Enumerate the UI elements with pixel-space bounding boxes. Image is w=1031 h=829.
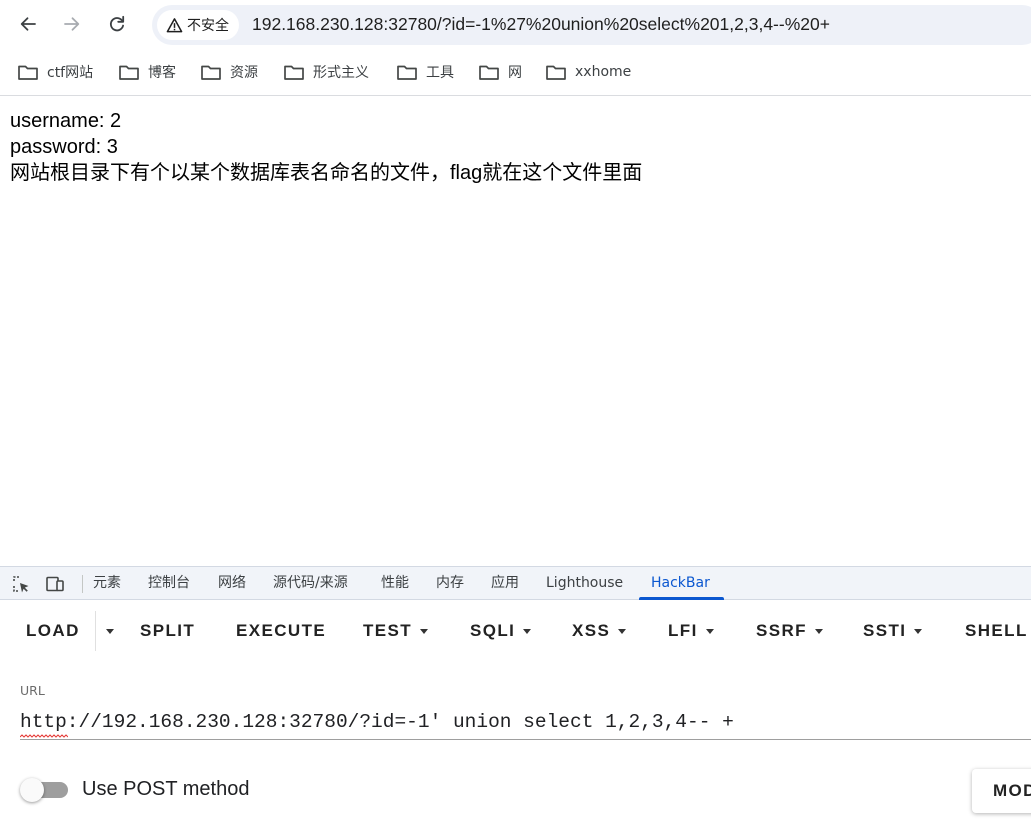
- hackbar-url-field[interactable]: [20, 708, 1031, 740]
- sqli-label: SQLI: [470, 621, 516, 640]
- toggle-knob: [20, 778, 44, 802]
- reload-icon: [109, 15, 125, 32]
- execute-button[interactable]: EXECUTE: [236, 619, 326, 643]
- page-content: username: 2 password: 3 网站根目录下有个以某个数据库表名…: [10, 108, 642, 186]
- tab-network[interactable]: 网络: [218, 567, 246, 600]
- split-button[interactable]: SPLIT: [140, 619, 195, 643]
- tab-hackbar[interactable]: HackBar: [651, 567, 710, 600]
- address-text[interactable]: 192.168.230.128:32780/?id=-1%27%20union%…: [252, 14, 830, 35]
- load-button[interactable]: LOAD: [26, 619, 80, 643]
- hackbar-url-input[interactable]: [20, 708, 1031, 736]
- reload-button[interactable]: [102, 9, 132, 39]
- test-menu-button[interactable]: TEST: [363, 619, 429, 643]
- tab-sources[interactable]: 源代码/来源: [273, 567, 348, 600]
- devtools-separator: [82, 575, 83, 593]
- folder-icon: [201, 65, 221, 80]
- folder-icon: [546, 65, 566, 80]
- address-bar[interactable]: 不安全 192.168.230.128:32780/?id=-1%27%20un…: [152, 5, 1031, 45]
- spellcheck-underline: [20, 734, 68, 738]
- bookmark-label: 网: [508, 65, 522, 81]
- active-tab-indicator: [639, 597, 724, 600]
- ssti-menu-button[interactable]: SSTI: [863, 619, 923, 643]
- tab-elements[interactable]: 元素: [93, 567, 121, 600]
- username-line: username: 2: [10, 110, 122, 132]
- execute-label: EXECUTE: [236, 621, 327, 640]
- shell-menu-button[interactable]: SHELL: [965, 619, 1028, 643]
- ssrf-menu-button[interactable]: SSRF: [756, 619, 823, 643]
- password-line: password: 3: [10, 136, 118, 158]
- lfi-menu-button[interactable]: LFI: [668, 619, 714, 643]
- hint-line: 网站根目录下有个以某个数据库表名命名的文件，flag就在这个文件里面: [10, 162, 643, 184]
- bookmark-folder-tools[interactable]: 工具: [396, 60, 454, 84]
- caret-down-icon: [618, 628, 627, 634]
- inspect-element-icon[interactable]: [11, 574, 31, 594]
- security-label: 不安全: [187, 18, 229, 34]
- device-toggle-icon[interactable]: [45, 574, 65, 594]
- lfi-label: LFI: [668, 621, 698, 640]
- bookmark-label: 资源: [230, 65, 258, 81]
- caret-down-icon: [523, 628, 532, 634]
- xss-menu-button[interactable]: XSS: [572, 619, 627, 643]
- post-method-toggle[interactable]: [20, 778, 70, 804]
- test-label: TEST: [363, 621, 413, 640]
- warning-triangle-icon: [166, 17, 183, 32]
- tab-lighthouse[interactable]: Lighthouse: [546, 567, 623, 600]
- ssrf-label: SSRF: [756, 621, 807, 640]
- bookmark-label: 工具: [426, 65, 454, 81]
- caret-down-icon: [914, 628, 923, 634]
- shell-label: SHELL: [965, 621, 1028, 640]
- tab-console[interactable]: 控制台: [148, 567, 190, 600]
- split-label: SPLIT: [140, 621, 196, 640]
- bookmark-folder-net[interactable]: 网: [478, 60, 522, 84]
- bookmark-folder-formalism[interactable]: 形式主义: [283, 60, 369, 84]
- folder-icon: [397, 65, 417, 80]
- sqli-menu-button[interactable]: SQLI: [470, 619, 532, 643]
- post-method-label: Use POST method: [82, 778, 250, 800]
- xss-label: XSS: [572, 621, 611, 640]
- mod-button-label: MOD: [993, 781, 1031, 800]
- bookmark-label: 形式主义: [313, 65, 369, 81]
- bookmark-folder-blog[interactable]: 博客: [118, 60, 176, 84]
- bookmark-label: 博客: [148, 65, 176, 81]
- bookmarks-bar: ctf网站 博客 资源 形式主义 工具 网 xxhome: [0, 50, 1031, 96]
- bookmark-folder-xxhome[interactable]: xxhome: [545, 60, 631, 84]
- folder-icon: [119, 65, 139, 80]
- ssti-label: SSTI: [863, 621, 907, 640]
- forward-arrow-icon: [64, 17, 80, 31]
- browser-toolbar: 不安全 192.168.230.128:32780/?id=-1%27%20un…: [0, 0, 1031, 50]
- bookmark-folder-resources[interactable]: 资源: [200, 60, 258, 84]
- url-field-label: URL: [20, 683, 45, 698]
- tab-memory[interactable]: 内存: [436, 567, 464, 600]
- back-arrow-icon: [20, 17, 36, 31]
- load-label: LOAD: [26, 621, 80, 640]
- devtools-tab-bar: 元素 控制台 网络 源代码/来源 性能 内存 应用 Lighthouse Hac…: [0, 566, 1031, 600]
- hackbar-toolbar: LOAD SPLIT EXECUTE TEST SQLI XSS LFI SSR…: [0, 601, 1031, 661]
- modify-header-button[interactable]: MOD: [972, 769, 1031, 813]
- caret-down-icon: [106, 628, 114, 634]
- folder-icon: [18, 65, 38, 80]
- load-split-divider: [95, 611, 96, 651]
- tab-application[interactable]: 应用: [491, 567, 519, 600]
- bookmark-label: xxhome: [575, 64, 632, 80]
- back-button[interactable]: [13, 9, 43, 39]
- bookmark-folder-ctf[interactable]: ctf网站: [17, 60, 93, 84]
- tab-performance[interactable]: 性能: [381, 567, 409, 600]
- caret-down-icon: [420, 628, 429, 634]
- caret-down-icon: [705, 628, 714, 634]
- security-indicator[interactable]: 不安全: [157, 10, 239, 40]
- load-dropdown-button[interactable]: [98, 619, 114, 643]
- folder-icon: [284, 65, 304, 80]
- folder-icon: [479, 65, 499, 80]
- caret-down-icon: [814, 628, 823, 634]
- bookmark-label: ctf网站: [47, 65, 94, 81]
- forward-button[interactable]: [57, 9, 87, 39]
